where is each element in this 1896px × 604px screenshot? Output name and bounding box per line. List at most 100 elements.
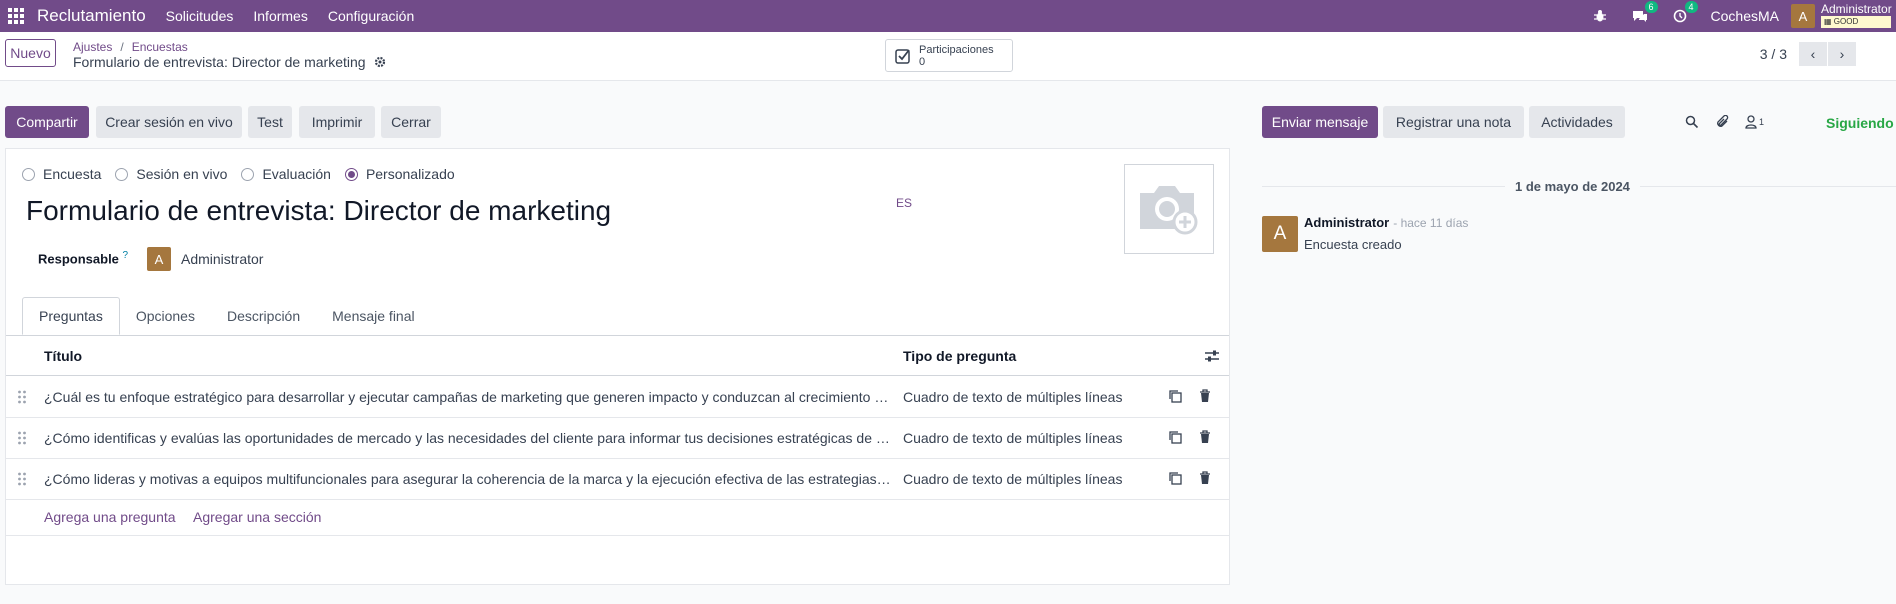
control-panel: Nuevo Ajustes / Encuestas Formulario de en… <box>0 32 1896 81</box>
table-row[interactable]: ¿Cuál es tu enfoque estratégico para des… <box>6 377 1229 418</box>
create-live-session-button[interactable]: Crear sesión en vivo <box>96 106 242 138</box>
copy-icon[interactable] <box>1168 430 1182 444</box>
trash-icon[interactable] <box>1199 430 1211 444</box>
question-title: ¿Cómo identificas y evalúas las oportuni… <box>44 430 894 446</box>
tab-preguntas[interactable]: Preguntas <box>22 297 120 335</box>
app-name[interactable]: Reclutamiento <box>37 6 146 26</box>
top-navbar: Reclutamiento Solicitudes Informes Confi… <box>0 0 1896 32</box>
gear-icon[interactable] <box>374 56 386 68</box>
responsible-label: Responsable ? <box>38 250 128 266</box>
tab-opciones[interactable]: Opciones <box>120 297 211 335</box>
pager-previous-button[interactable]: ‹ <box>1799 42 1827 66</box>
breadcrumb: Ajustes / Encuestas <box>73 40 188 54</box>
add-section-link[interactable]: Agregar una sección <box>193 509 321 525</box>
questions-table-header: Título Tipo de pregunta <box>6 336 1229 376</box>
user-menu[interactable]: Administrator ▦ GOOD <box>1821 2 1892 30</box>
message-author[interactable]: Administrator <box>1304 215 1389 230</box>
table-row[interactable]: ¿Cómo lideras y motivas a equipos multif… <box>6 459 1229 500</box>
image-upload[interactable] <box>1124 164 1214 254</box>
chevron-right-icon: › <box>1839 46 1845 62</box>
company-switcher[interactable]: CochesMA <box>1711 8 1779 24</box>
participations-smart-button[interactable]: Participaciones 0 <box>885 39 1013 72</box>
responsible-label-text: Responsable <box>38 251 119 267</box>
question-title: ¿Cuál es tu enfoque estratégico para des… <box>44 389 894 405</box>
menu-configuracion[interactable]: Configuración <box>328 8 414 24</box>
question-type: Cuadro de texto de múltiples líneas <box>903 389 1123 405</box>
message-header: Administrator - hace 11 días <box>1304 215 1468 230</box>
copy-icon[interactable] <box>1168 389 1182 403</box>
activities-button[interactable]: Actividades <box>1529 106 1625 138</box>
close-button[interactable]: Cerrar <box>381 106 441 138</box>
form-sheet: Encuesta Sesión en vivo Evaluación Perso… <box>5 148 1230 585</box>
print-button[interactable]: Imprimir <box>299 106 375 138</box>
responsible-avatar: A <box>147 247 171 271</box>
message-time: - hace 11 días <box>1393 216 1469 230</box>
paperclip-icon[interactable] <box>1716 115 1730 129</box>
menu-informes[interactable]: Informes <box>253 8 307 24</box>
copy-icon[interactable] <box>1168 471 1182 485</box>
chevron-left-icon: ‹ <box>1810 46 1816 62</box>
user-avatar[interactable]: A <box>1791 4 1815 28</box>
breadcrumb-encuestas[interactable]: Encuestas <box>132 40 188 54</box>
log-note-button[interactable]: Registrar una nota <box>1383 106 1524 138</box>
followers-icon[interactable] <box>1745 115 1757 129</box>
responsible-field[interactable]: A Administrator <box>147 247 263 271</box>
message-body: Encuesta creado <box>1304 237 1402 252</box>
question-type: Cuadro de texto de múltiples líneas <box>903 430 1123 446</box>
survey-title-input[interactable]: Formulario de entrevista: Director de ma… <box>26 195 611 227</box>
table-row[interactable]: ¿Cómo identificas y evalúas las oportuni… <box>6 418 1229 459</box>
responsible-name: Administrator <box>181 251 264 267</box>
participations-value: 0 <box>919 55 926 68</box>
survey-type-radio-group: Encuesta Sesión en vivo Evaluación Perso… <box>22 166 469 182</box>
record-title: Formulario de entrevista: Director de ma… <box>73 54 386 70</box>
column-header-question-type[interactable]: Tipo de pregunta <box>903 348 1016 364</box>
camera-add-icon <box>1140 186 1198 235</box>
column-header-title[interactable]: Título <box>44 348 82 364</box>
tab-descripcion[interactable]: Descripción <box>211 297 316 335</box>
radio-label-sesion-en-vivo: Sesión en vivo <box>136 166 228 182</box>
debug-bug-icon[interactable] <box>1591 7 1609 25</box>
pager-value[interactable]: 3 / 3 <box>1760 46 1787 62</box>
activities-clock-icon[interactable]: 4 <box>1671 1 1698 25</box>
radio-encuesta[interactable] <box>22 167 35 181</box>
radio-label-encuesta: Encuesta <box>43 166 102 182</box>
drag-handle-icon[interactable] <box>17 472 27 486</box>
user-name: Administrator <box>1821 2 1892 16</box>
drag-handle-icon[interactable] <box>17 431 27 445</box>
checkbox-icon <box>895 48 910 64</box>
radio-label-evaluacion: Evaluación <box>262 166 331 182</box>
menu-solicitudes[interactable]: Solicitudes <box>166 8 234 24</box>
form-tabs: Preguntas Opciones Descripción Mensaje f… <box>22 297 431 335</box>
radio-label-personalizado: Personalizado <box>365 166 455 182</box>
radio-evaluacion[interactable] <box>241 167 255 181</box>
test-button[interactable]: Test <box>248 106 292 138</box>
help-icon[interactable]: ? <box>123 250 129 261</box>
send-message-button[interactable]: Enviar mensaje <box>1262 106 1378 138</box>
activities-badge: 4 <box>1684 1 1698 13</box>
messages-icon[interactable]: 6 <box>1631 1 1658 25</box>
date-separator: 1 de mayo de 2024 <box>1505 179 1640 194</box>
radio-sesion-en-vivo[interactable] <box>115 167 129 181</box>
search-icon[interactable] <box>1685 115 1699 129</box>
apps-menu-icon[interactable] <box>8 8 24 24</box>
following-button[interactable]: Siguiendo <box>1826 115 1894 131</box>
column-settings-icon[interactable] <box>1204 348 1220 364</box>
trash-icon[interactable] <box>1199 471 1211 485</box>
followers-count: 1 <box>1759 117 1765 127</box>
add-question-link[interactable]: Agrega una pregunta <box>44 509 176 525</box>
trash-icon[interactable] <box>1199 389 1211 403</box>
add-line-row: Agrega una pregunta Agregar una sección <box>6 498 1229 536</box>
share-button[interactable]: Compartir <box>5 106 89 138</box>
language-button[interactable]: ES <box>896 196 912 210</box>
record-title-text: Formulario de entrevista: Director de ma… <box>73 54 366 70</box>
breadcrumb-ajustes[interactable]: Ajustes <box>73 40 112 54</box>
tab-mensaje-final[interactable]: Mensaje final <box>316 297 431 335</box>
pager: 3 / 3 ‹ › <box>1760 42 1856 66</box>
participations-label: Participaciones <box>919 43 994 56</box>
message-author-avatar[interactable]: A <box>1262 216 1298 252</box>
pager-next-button[interactable]: › <box>1828 42 1856 66</box>
question-type: Cuadro de texto de múltiples líneas <box>903 471 1123 487</box>
radio-personalizado[interactable] <box>344 167 358 181</box>
new-button[interactable]: Nuevo <box>5 39 56 67</box>
drag-handle-icon[interactable] <box>17 390 27 404</box>
